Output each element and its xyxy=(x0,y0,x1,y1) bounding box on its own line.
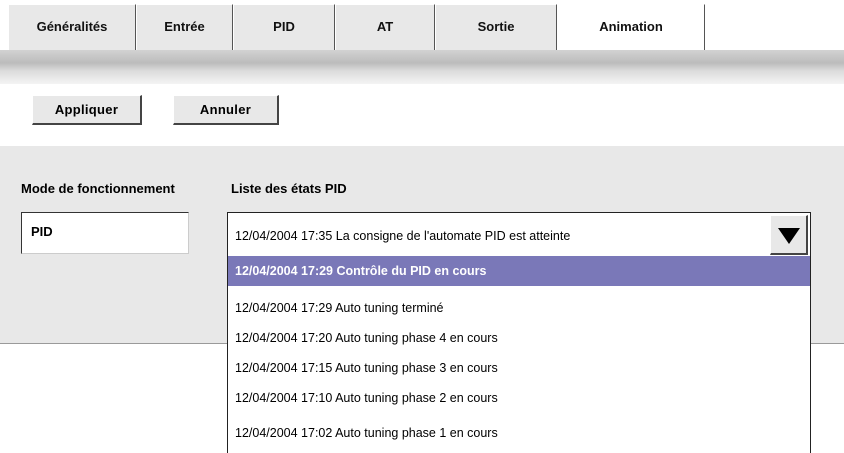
tab-generalites[interactable]: Généralités xyxy=(8,4,136,50)
mode-label: Mode de fonctionnement xyxy=(21,181,175,196)
states-label: Liste des états PID xyxy=(231,181,347,196)
list-item[interactable]: 12/04/2004 17:02 Auto tuning phase 1 en … xyxy=(228,418,810,448)
list-item[interactable]: 12/04/2004 17:29 Auto tuning terminé xyxy=(228,293,810,323)
tab-at[interactable]: AT xyxy=(335,4,435,50)
tab-pid[interactable]: PID xyxy=(233,4,335,50)
mode-field[interactable]: PID xyxy=(21,212,189,254)
apply-button[interactable]: Appliquer xyxy=(32,95,142,125)
triangle-down-icon xyxy=(778,228,800,244)
list-item[interactable]: 12/04/2004 17:15 Auto tuning phase 3 en … xyxy=(228,353,810,383)
header-band xyxy=(0,50,844,84)
mode-value: PID xyxy=(31,224,53,239)
tab-entree[interactable]: Entrée xyxy=(136,4,233,50)
tab-sortie[interactable]: Sortie xyxy=(435,4,557,50)
cancel-button[interactable]: Annuler xyxy=(173,95,279,125)
list-item[interactable]: 12/04/2004 17:10 Auto tuning phase 2 en … xyxy=(228,383,810,413)
list-item[interactable]: 12/04/2004 17:20 Auto tuning phase 4 en … xyxy=(228,323,810,353)
states-selected-value: 12/04/2004 17:35 La consigne de l'automa… xyxy=(235,229,571,243)
list-item[interactable]: 12/04/2004 17:29 Contrôle du PID en cour… xyxy=(228,256,810,286)
tab-animation[interactable]: Animation xyxy=(557,4,705,54)
states-combobox[interactable]: 12/04/2004 17:35 La consigne de l'automa… xyxy=(227,212,811,258)
dropdown-button[interactable] xyxy=(770,215,808,255)
states-dropdown-list: 12/04/2004 17:29 Contrôle du PID en cour… xyxy=(227,256,811,453)
